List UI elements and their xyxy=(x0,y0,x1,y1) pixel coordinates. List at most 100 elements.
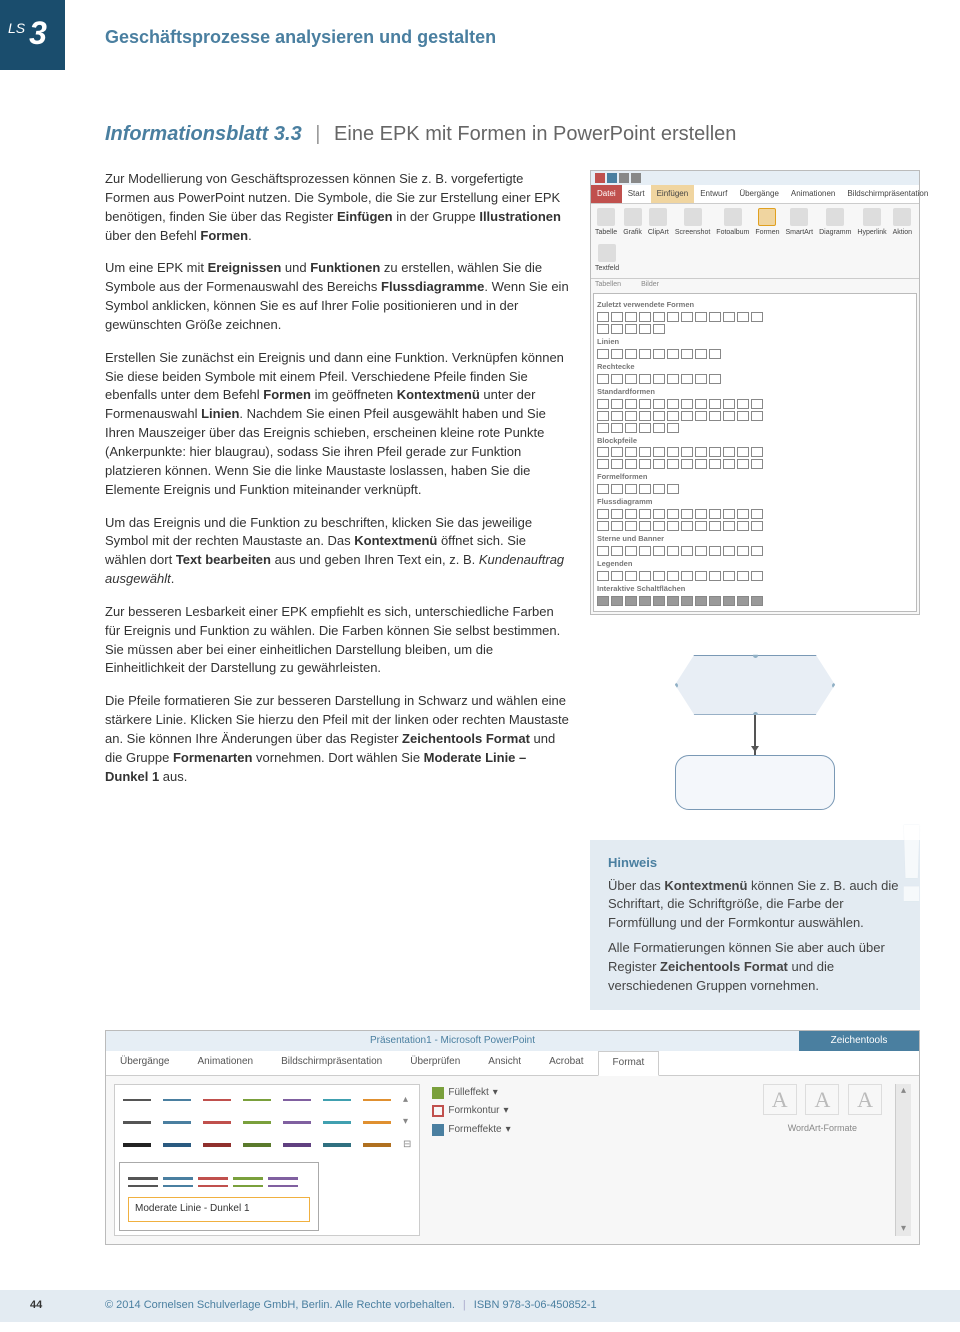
shape-icon[interactable] xyxy=(681,596,693,606)
shape-icon[interactable] xyxy=(695,399,707,409)
gallery-down-icon[interactable]: ▾ xyxy=(403,1115,408,1130)
shape-icon[interactable] xyxy=(681,349,693,359)
shape-icon[interactable] xyxy=(625,459,637,469)
shape-icon[interactable] xyxy=(737,312,749,322)
shape-icon[interactable] xyxy=(597,447,609,457)
shape-icon[interactable] xyxy=(667,411,679,421)
tab-datei[interactable]: Datei xyxy=(591,185,622,203)
shape-icon[interactable] xyxy=(625,509,637,519)
scrollbar[interactable]: ▴ ▾ xyxy=(895,1084,911,1236)
shape-icon[interactable] xyxy=(751,312,763,322)
btn-tabelle[interactable]: Tabelle xyxy=(595,208,617,238)
btn-grafik[interactable]: Grafik xyxy=(623,208,642,238)
shape-icon[interactable] xyxy=(737,596,749,606)
shape-icon[interactable] xyxy=(597,546,609,556)
shape-icon[interactable] xyxy=(639,374,651,384)
opt-formkontur[interactable]: Formkontur ▾ xyxy=(430,1102,512,1121)
shape-icon[interactable] xyxy=(681,374,693,384)
shape-icon[interactable] xyxy=(709,399,721,409)
shape-icon[interactable] xyxy=(639,546,651,556)
shape-icon[interactable] xyxy=(639,509,651,519)
shape-icon[interactable] xyxy=(597,521,609,531)
shape-icon[interactable] xyxy=(681,546,693,556)
shape-icon[interactable] xyxy=(639,312,651,322)
shape-icon[interactable] xyxy=(751,571,763,581)
shape-icon[interactable] xyxy=(639,423,651,433)
shape-icon[interactable] xyxy=(723,596,735,606)
shape-icon[interactable] xyxy=(597,423,609,433)
shape-icon[interactable] xyxy=(653,312,665,322)
shape-icon[interactable] xyxy=(625,596,637,606)
scroll-down-icon[interactable]: ▾ xyxy=(896,1222,911,1236)
shape-icon[interactable] xyxy=(751,459,763,469)
shape-icon[interactable] xyxy=(681,411,693,421)
shape-icon[interactable] xyxy=(667,447,679,457)
shape-icon[interactable] xyxy=(611,571,623,581)
shape-icon[interactable] xyxy=(723,571,735,581)
shape-icon[interactable] xyxy=(639,399,651,409)
shape-icon[interactable] xyxy=(625,423,637,433)
tab-start[interactable]: Start xyxy=(622,185,651,203)
shape-icon[interactable] xyxy=(681,509,693,519)
shape-icon[interactable] xyxy=(723,459,735,469)
shape-icon[interactable] xyxy=(709,459,721,469)
shape-icon[interactable] xyxy=(597,312,609,322)
shape-icon[interactable] xyxy=(611,423,623,433)
shape-icon[interactable] xyxy=(597,571,609,581)
shape-icon[interactable] xyxy=(751,596,763,606)
shape-icon[interactable] xyxy=(709,596,721,606)
shape-icon[interactable] xyxy=(597,509,609,519)
shape-icon[interactable] xyxy=(667,509,679,519)
shape-icon[interactable] xyxy=(695,546,707,556)
btn-hyperlink[interactable]: Hyperlink xyxy=(857,208,886,238)
btn-fotoalbum[interactable]: Fotoalbum xyxy=(716,208,749,238)
shape-icon[interactable] xyxy=(667,546,679,556)
shape-icon[interactable] xyxy=(723,509,735,519)
shape-icon[interactable] xyxy=(709,509,721,519)
shape-icon[interactable] xyxy=(625,571,637,581)
shape-icon[interactable] xyxy=(597,399,609,409)
shape-icon[interactable] xyxy=(653,411,665,421)
shape-icon[interactable] xyxy=(695,447,707,457)
shape-icon[interactable] xyxy=(751,546,763,556)
shape-icon[interactable] xyxy=(625,484,637,494)
btn-textfeld[interactable]: Textfeld xyxy=(595,244,619,274)
shape-icon[interactable] xyxy=(681,399,693,409)
shape-icon[interactable] xyxy=(625,411,637,421)
shape-icon[interactable] xyxy=(653,447,665,457)
tab-einfuegen[interactable]: Einfügen xyxy=(651,185,695,203)
btn-aktion[interactable]: Aktion xyxy=(893,208,912,238)
shape-icon[interactable] xyxy=(695,374,707,384)
shape-icon[interactable] xyxy=(681,312,693,322)
shape-icon[interactable] xyxy=(723,546,735,556)
shape-icon[interactable] xyxy=(751,509,763,519)
shape-icon[interactable] xyxy=(695,509,707,519)
shape-icon[interactable] xyxy=(751,521,763,531)
btn-smartart[interactable]: SmartArt xyxy=(786,208,814,238)
tab-bildschirm[interactable]: Bildschirmpräsentation xyxy=(841,185,934,203)
shape-icon[interactable] xyxy=(667,423,679,433)
btn-clipart[interactable]: ClipArt xyxy=(648,208,669,238)
shape-icon[interactable] xyxy=(653,324,665,334)
shape-icon[interactable] xyxy=(611,447,623,457)
shape-icon[interactable] xyxy=(709,447,721,457)
shape-icon[interactable] xyxy=(653,521,665,531)
shape-icon[interactable] xyxy=(611,521,623,531)
shape-icon[interactable] xyxy=(653,596,665,606)
shape-icon[interactable] xyxy=(709,546,721,556)
shape-icon[interactable] xyxy=(695,349,707,359)
shape-icon[interactable] xyxy=(709,571,721,581)
shape-icon[interactable] xyxy=(653,423,665,433)
shape-icon[interactable] xyxy=(653,509,665,519)
shape-icon[interactable] xyxy=(597,349,609,359)
shape-icon[interactable] xyxy=(681,459,693,469)
scroll-up-icon[interactable]: ▴ xyxy=(896,1084,911,1098)
tab-ansicht[interactable]: Ansicht xyxy=(474,1051,535,1075)
shape-icon[interactable] xyxy=(611,596,623,606)
shape-icon[interactable] xyxy=(611,509,623,519)
shape-icon[interactable] xyxy=(737,399,749,409)
shape-icon[interactable] xyxy=(751,411,763,421)
tab-format[interactable]: Format xyxy=(598,1051,660,1076)
shape-icon[interactable] xyxy=(597,324,609,334)
shape-icon[interactable] xyxy=(611,349,623,359)
